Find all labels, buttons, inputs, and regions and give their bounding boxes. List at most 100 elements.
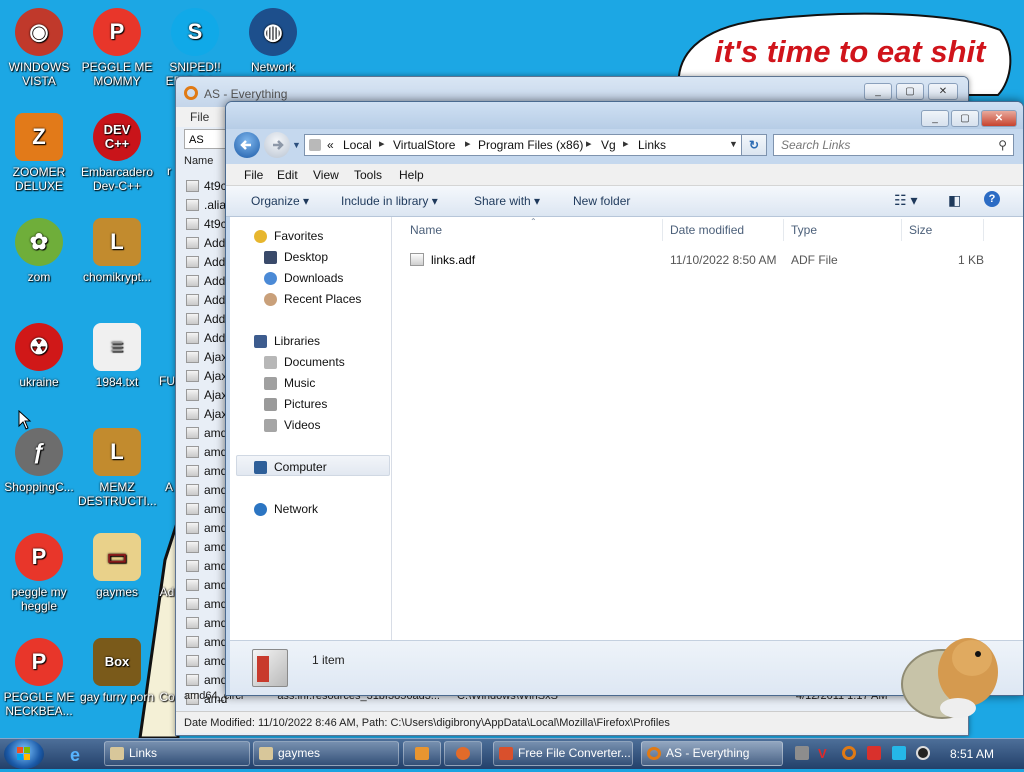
breadcrumb-separator-icon[interactable]: ▸ [623, 137, 629, 150]
everything-search-input[interactable]: AS [184, 129, 228, 149]
clock-app-icon: L [93, 218, 141, 266]
desktop-icon-chomikrypt[interactable]: L chomikrypt... [78, 218, 156, 284]
address-bar[interactable]: « Local ▸ VirtualStore ▸ Program Files (… [304, 134, 766, 156]
libraries-icon [254, 335, 267, 348]
breadcrumb-separator-icon[interactable]: ▸ [586, 137, 592, 150]
search-input[interactable]: Search Links ⚲ [773, 134, 1014, 156]
desktop-icon-partial-a[interactable]: A [162, 480, 176, 494]
forward-button[interactable] [264, 132, 290, 158]
nav-libraries[interactable]: Libraries [254, 332, 320, 351]
desktop-icon-partial-r[interactable]: r [162, 164, 176, 178]
tray-monitor-icon[interactable] [892, 746, 906, 760]
breadcrumb-local[interactable]: Local [343, 138, 372, 152]
taskbar-item-gaymes[interactable]: gaymes [253, 741, 399, 766]
taskbar-item-app[interactable] [444, 741, 482, 766]
column-header-date-modified[interactable]: Date modified [670, 223, 744, 237]
nav-downloads[interactable]: Downloads [264, 269, 343, 288]
change-view-icon[interactable]: ☷ ▾ [894, 192, 917, 209]
nav-network[interactable]: Network [254, 500, 318, 519]
nav-pictures[interactable]: Pictures [264, 395, 327, 414]
desktop-icon-zom[interactable]: ✿ zom [0, 218, 78, 284]
refresh-button[interactable]: ↻ [741, 134, 767, 156]
menu-help[interactable]: Help [399, 168, 424, 182]
nav-favorites[interactable]: Favorites [254, 227, 323, 246]
column-header-type[interactable]: Type [791, 223, 817, 237]
nav-desktop[interactable]: Desktop [264, 248, 328, 267]
breadcrumb-separator-icon[interactable]: ▸ [465, 137, 471, 150]
organize-button[interactable]: Organize ▾ [251, 194, 309, 208]
radiation-icon: ☢ [15, 323, 63, 371]
minimize-button[interactable]: _ [864, 83, 892, 100]
desktop-icon-partial-fu[interactable]: FU [158, 374, 176, 388]
menu-tools[interactable]: Tools [354, 168, 382, 182]
breadcrumb-separator-icon[interactable]: ▸ [379, 137, 385, 150]
desktop-icon-dev-cpp[interactable]: DEV C++ Embarcadero Dev-C++ [78, 113, 156, 193]
column-divider[interactable] [901, 219, 902, 241]
desktop-icon-1984-txt[interactable]: ≡ 1984.txt [78, 323, 156, 389]
file-icon [410, 253, 424, 266]
column-header-name[interactable]: Name [184, 155, 224, 173]
breadcrumb-vg[interactable]: Vg [601, 138, 616, 152]
tray-gear-icon[interactable] [795, 746, 809, 760]
column-divider[interactable] [983, 219, 984, 241]
back-button[interactable] [234, 132, 260, 158]
file-icon [186, 560, 199, 572]
menu-edit[interactable]: Edit [277, 168, 298, 182]
desktop-icon-zoomer-deluxe[interactable]: Z ZOOMER DELUXE [0, 113, 78, 193]
maximize-button[interactable]: ▢ [896, 83, 924, 100]
desktop-icon-gay-furry[interactable]: Box gay furry porn [78, 638, 156, 704]
taskbar-item-links[interactable]: Links [104, 741, 250, 766]
help-icon[interactable]: ? [984, 191, 1000, 207]
tray-volume-icon[interactable] [916, 746, 930, 760]
menu-file[interactable]: File [190, 110, 209, 124]
nav-recent-places[interactable]: Recent Places [264, 290, 361, 309]
column-divider[interactable] [662, 219, 663, 241]
column-header-size[interactable]: Size [909, 223, 932, 237]
start-button[interactable] [4, 739, 44, 769]
column-header-name[interactable]: Name [410, 223, 442, 237]
taskbar-item-as-everything[interactable]: AS - Everything [641, 741, 783, 766]
desktop-icon-shoppingc[interactable]: ƒ ShoppingC... [0, 428, 78, 494]
close-button[interactable]: ✕ [928, 83, 958, 100]
desktop-icon-ukraine[interactable]: ☢ ukraine [0, 323, 78, 389]
taskbar-item-media-player[interactable] [403, 741, 441, 766]
nav-computer[interactable]: Computer [254, 458, 327, 477]
breadcrumb-virtualstore[interactable]: VirtualStore [393, 138, 455, 152]
column-divider[interactable] [783, 219, 784, 241]
preview-pane-icon[interactable]: ◧ [948, 192, 961, 209]
file-row[interactable]: links.adf 11/10/2022 8:50 AM ADF File 1 … [406, 251, 1006, 269]
desktop-icon-peggle-me-mommy[interactable]: P PEGGLE ME MOMMY [78, 8, 156, 88]
explorer-titlebar[interactable]: _ ▢ ✕ [226, 102, 1023, 129]
taskbar-item-free-file-converter[interactable]: Free File Converter... [493, 741, 633, 766]
menu-view[interactable]: View [313, 168, 339, 182]
desktop-icon-peggle-my-heggle[interactable]: P peggle my heggle [0, 533, 78, 613]
tray-search-icon[interactable] [842, 746, 856, 760]
address-dropdown-icon[interactable]: ▼ [729, 139, 738, 149]
nav-music[interactable]: Music [264, 374, 315, 393]
desktop-icon-memz[interactable]: L MEMZ DESTRUCTI... [78, 428, 157, 508]
breadcrumb-overflow[interactable]: « [327, 138, 334, 152]
desktop-icon-partial-co[interactable]: Co [158, 690, 176, 704]
tray-v-icon[interactable]: V [818, 746, 832, 761]
clock[interactable]: 8:51 AM [950, 747, 994, 761]
recent-pages-chevron-icon[interactable]: ▼ [292, 140, 301, 150]
include-in-library-button[interactable]: Include in library ▾ [341, 194, 438, 208]
desktop-icon-gaymes[interactable]: ▭ gaymes [78, 533, 156, 599]
new-folder-button[interactable]: New folder [573, 194, 630, 208]
nav-videos[interactable]: Videos [264, 416, 320, 435]
share-with-button[interactable]: Share with ▾ [474, 194, 540, 208]
maximize-button[interactable]: ▢ [951, 110, 979, 127]
internet-explorer-icon[interactable]: e [70, 745, 90, 765]
desktop-icon-partial-ad[interactable]: Ad [158, 585, 176, 599]
tray-flag-icon[interactable] [867, 746, 881, 760]
desktop-icon-windows-vista[interactable]: ◉ WINDOWS VISTA [0, 8, 78, 88]
menu-file[interactable]: File [244, 168, 263, 182]
desktop-icon-network[interactable]: ◍ Network [234, 8, 312, 74]
minimize-button[interactable]: _ [921, 110, 949, 127]
explorer-window[interactable]: _ ▢ ✕ ▼ « Local ▸ VirtualStore ▸ Program… [225, 101, 1024, 696]
close-button[interactable]: ✕ [981, 110, 1017, 127]
nav-documents[interactable]: Documents [264, 353, 345, 372]
breadcrumb-links[interactable]: Links [638, 138, 666, 152]
breadcrumb-program-files[interactable]: Program Files (x86) [478, 138, 583, 152]
desktop-icon-peggle-me-neckbea[interactable]: P PEGGLE ME NECKBEA... [0, 638, 78, 718]
